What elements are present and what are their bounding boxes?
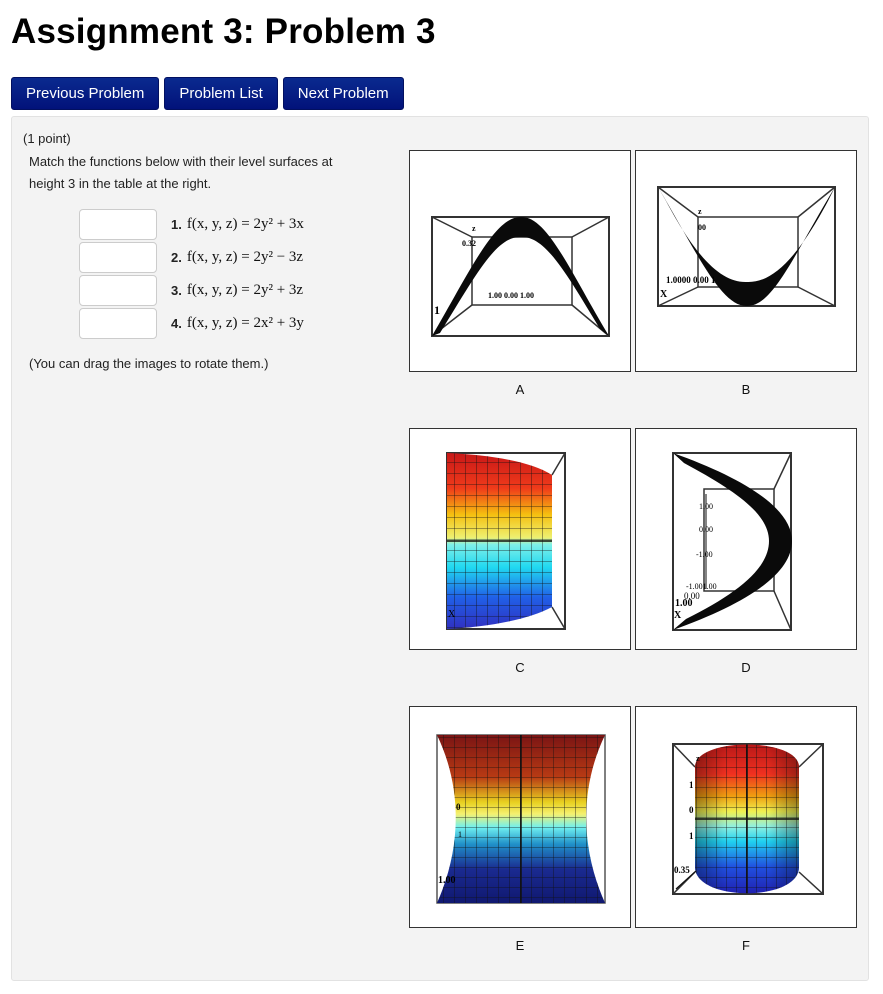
tick-label: 0.32 bbox=[462, 239, 476, 248]
previous-problem-button[interactable]: Previous Problem bbox=[11, 77, 160, 110]
image-label-c: C bbox=[515, 660, 525, 675]
surface-d-graphic: 1.00 0.00 -1.00 -1.001.00 0.00 1.00 X bbox=[672, 452, 792, 631]
problem-navigation: Previous Problem Problem List Next Probl… bbox=[11, 77, 404, 110]
next-problem-button[interactable]: Next Problem bbox=[282, 77, 404, 110]
problem-list-button[interactable]: Problem List bbox=[164, 77, 278, 110]
tick-label: 1.00 0.00 1.00 bbox=[488, 291, 534, 300]
image-cell-a: z 0.32 1.00 0.00 1.00 1 A bbox=[409, 150, 631, 397]
answer-list: 1. f(x, y, z) = 2y² + 3x 2. f(x, y, z) =… bbox=[79, 208, 304, 340]
tick-label: 0 bbox=[689, 805, 694, 815]
tick-label: 1 bbox=[434, 303, 440, 317]
image-label-a: A bbox=[515, 382, 525, 397]
points-label: (1 point) bbox=[23, 131, 71, 146]
item-number: 3. bbox=[171, 283, 182, 298]
answer-input-3[interactable] bbox=[79, 275, 157, 306]
function-equation: f(x, y, z) = 2y² − 3z bbox=[186, 249, 304, 265]
tick-label: 1 bbox=[458, 830, 462, 839]
answer-row-4: 4. f(x, y, z) = 2x² + 3y bbox=[79, 307, 304, 340]
function-equation: f(x, y, z) = 2y² + 3x bbox=[186, 216, 304, 232]
item-number: 1. bbox=[171, 217, 182, 232]
tick-label: 1.00 bbox=[675, 598, 693, 609]
image-label-f: F bbox=[742, 938, 750, 953]
surface-plot-e[interactable]: 0 1 1.00 bbox=[409, 706, 631, 928]
image-label-d: D bbox=[741, 660, 751, 675]
image-label-b: B bbox=[741, 382, 751, 397]
surface-c-graphic: X bbox=[446, 452, 566, 630]
image-cell-c: X C bbox=[409, 428, 631, 675]
surface-e-graphic: 0 1 1.00 bbox=[436, 734, 606, 904]
surface-plot-c[interactable]: X bbox=[409, 428, 631, 650]
tick-label: 1 bbox=[689, 780, 694, 790]
answer-row-1: 1. f(x, y, z) = 2y² + 3x bbox=[79, 208, 304, 241]
tick-label: 0 bbox=[456, 802, 461, 812]
image-cell-f: z 1 0 1 0.35 F bbox=[635, 706, 857, 953]
surface-plot-d[interactable]: 1.00 0.00 -1.00 -1.001.00 0.00 1.00 X bbox=[635, 428, 857, 650]
surface-plot-a[interactable]: z 0.32 1.00 0.00 1.00 1 bbox=[409, 150, 631, 372]
z-axis-label: z bbox=[696, 754, 700, 763]
surface-plot-b[interactable]: z 00 1.0000 0.00 1 X bbox=[635, 150, 857, 372]
answer-input-2[interactable] bbox=[79, 242, 157, 273]
tick-label: 00 bbox=[698, 223, 706, 232]
tick-label: 1.00 bbox=[438, 875, 456, 886]
item-number: 2. bbox=[171, 250, 182, 265]
image-cell-d: 1.00 0.00 -1.00 -1.001.00 0.00 1.00 X D bbox=[635, 428, 857, 675]
tick-label: 1.00 bbox=[699, 502, 713, 511]
surface-f-graphic: z 1 0 1 0.35 bbox=[672, 743, 824, 895]
image-cell-e: 0 1 1.00 E bbox=[409, 706, 631, 953]
function-equation: f(x, y, z) = 2y² + 3z bbox=[186, 282, 304, 298]
answer-input-1[interactable] bbox=[79, 209, 157, 240]
problem-panel: (1 point) Match the functions below with… bbox=[11, 116, 869, 981]
tick-label: -1.001.00 bbox=[686, 582, 717, 591]
z-axis-label: z bbox=[472, 224, 476, 233]
answer-row-3: 3. f(x, y, z) = 2y² + 3z bbox=[79, 274, 304, 307]
tick-label: 1 bbox=[689, 831, 694, 841]
x-axis-label: X bbox=[448, 609, 456, 620]
problem-instructions: Match the functions below with their lev… bbox=[29, 154, 333, 191]
tick-label: 0.35 bbox=[674, 865, 690, 875]
surface-a-graphic: z 0.32 1.00 0.00 1.00 1 bbox=[431, 216, 610, 337]
tick-label: 1.0000 0.00 1 bbox=[666, 275, 716, 285]
item-number: 4. bbox=[171, 316, 182, 331]
answer-input-4[interactable] bbox=[79, 308, 157, 339]
function-equation: f(x, y, z) = 2x² + 3y bbox=[186, 315, 304, 331]
x-axis-label: X bbox=[674, 610, 682, 621]
z-axis-label: z bbox=[698, 207, 702, 216]
page-title: Assignment 3: Problem 3 bbox=[11, 12, 436, 51]
surface-b-graphic: z 00 1.0000 0.00 1 X bbox=[657, 186, 836, 307]
x-axis-label: X bbox=[660, 289, 668, 300]
drag-hint: (You can drag the images to rotate them.… bbox=[29, 356, 269, 371]
tick-label: -1.00 bbox=[696, 550, 713, 559]
image-cell-b: z 00 1.0000 0.00 1 X B bbox=[635, 150, 857, 397]
surface-plot-f[interactable]: z 1 0 1 0.35 bbox=[635, 706, 857, 928]
tick-label: 0.00 bbox=[699, 525, 713, 534]
image-label-e: E bbox=[515, 938, 525, 953]
answer-row-2: 2. f(x, y, z) = 2y² − 3z bbox=[79, 241, 304, 274]
